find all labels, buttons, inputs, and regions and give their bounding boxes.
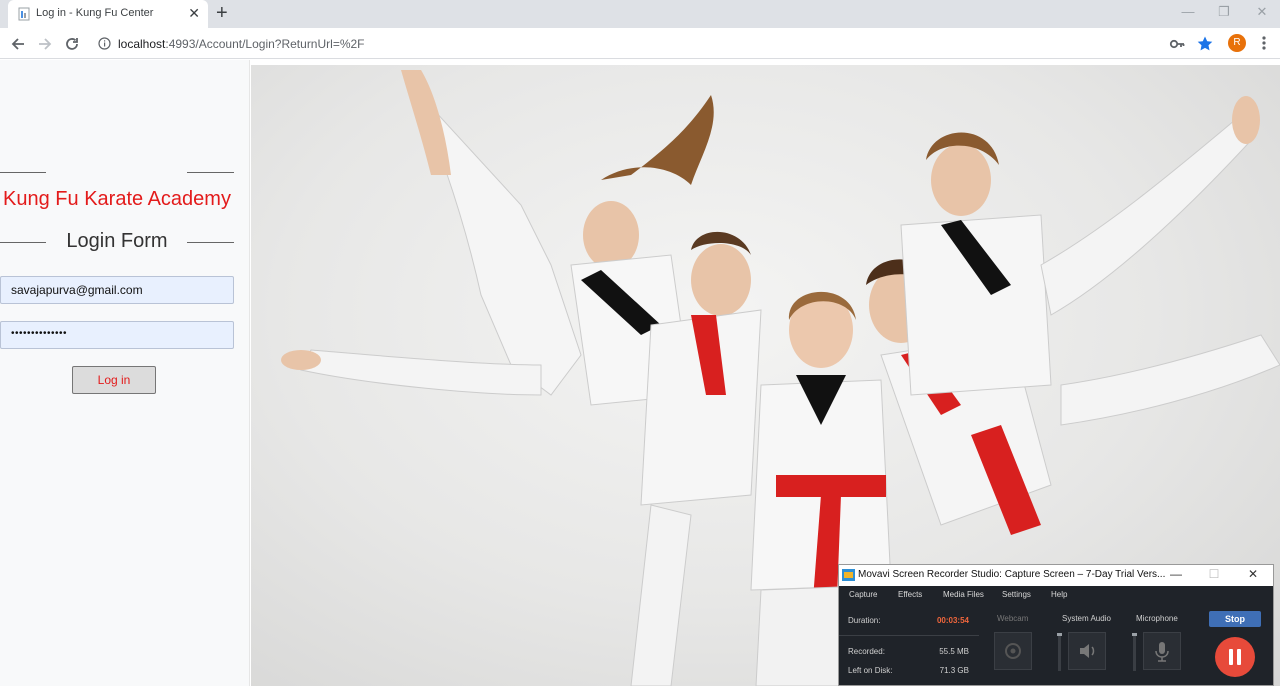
recorder-menu-settings[interactable]: Settings	[1002, 590, 1031, 599]
divider-line	[187, 172, 234, 173]
window-close-button[interactable]: ✕	[1252, 4, 1272, 20]
back-arrow-icon[interactable]	[8, 34, 28, 54]
url-path: :4993/Account/Login?ReturnUrl=%2F	[165, 37, 365, 51]
divider-line	[0, 172, 46, 173]
speaker-icon	[1080, 644, 1095, 658]
login-panel: Kung Fu Karate Academy Login Form savaja…	[0, 60, 250, 686]
recorder-menu-effects[interactable]: Effects	[898, 590, 922, 599]
recorded-label: Recorded:	[848, 647, 885, 656]
microphone-toggle[interactable]	[1143, 632, 1181, 670]
new-tab-button[interactable]: +	[216, 3, 228, 23]
tab-title: Log in - Kung Fu Center	[36, 7, 154, 19]
page-favicon-icon	[18, 7, 30, 21]
microphone-icon	[1155, 642, 1169, 662]
window-maximize-button[interactable]: ❐	[1214, 4, 1234, 20]
password-field[interactable]: ••••••••••••••	[0, 321, 234, 349]
girl-right-kicking	[900, 96, 1280, 426]
microphone-volume-slider[interactable]	[1132, 633, 1137, 671]
profile-avatar[interactable]: R	[1228, 34, 1246, 52]
recorder-titlebar: Movavi Screen Recorder Studio: Capture S…	[839, 565, 1273, 586]
browser-tab-strip: Log in - Kung Fu Center ✕ + — ❐ ✕	[0, 0, 1280, 28]
recorder-maximize-button[interactable]: ☐	[1207, 567, 1221, 581]
pause-recording-button[interactable]	[1215, 637, 1255, 677]
left-on-disk-label: Left on Disk:	[848, 666, 893, 675]
system-audio-label: System Audio	[1062, 614, 1111, 623]
browser-menu-icon[interactable]	[1258, 34, 1270, 52]
recorder-menu-capture[interactable]: Capture	[849, 590, 877, 599]
recorder-close-button[interactable]: ✕	[1246, 567, 1260, 581]
recorder-menu-help[interactable]: Help	[1051, 590, 1067, 599]
microphone-label: Microphone	[1136, 614, 1178, 623]
movavi-logo-icon	[842, 569, 855, 581]
recorder-divider	[839, 635, 979, 636]
system-audio-volume-slider[interactable]	[1057, 633, 1062, 671]
browser-toolbar: localhost:4993/Account/Login?ReturnUrl=%…	[0, 28, 1280, 59]
screen-recorder-window: Movavi Screen Recorder Studio: Capture S…	[838, 564, 1274, 686]
divider-line	[187, 242, 234, 243]
key-icon[interactable]	[1168, 35, 1186, 53]
forward-arrow-icon[interactable]	[35, 34, 55, 54]
recorded-value: 55.5 MB	[939, 647, 969, 656]
window-minimize-button[interactable]: —	[1178, 4, 1198, 19]
webcam-icon	[1005, 643, 1021, 659]
url-host: localhost	[118, 37, 166, 51]
webcam-toggle[interactable]	[994, 632, 1032, 670]
email-field[interactable]: savajapurva@gmail.com	[0, 276, 234, 304]
bookmark-star-icon[interactable]	[1196, 35, 1214, 53]
system-audio-toggle[interactable]	[1068, 632, 1106, 670]
left-on-disk-value: 71.3 GB	[939, 666, 969, 675]
duration-value: 00:03:54	[936, 616, 969, 625]
academy-title: Kung Fu Karate Academy	[3, 188, 231, 210]
girl-left-kicking	[281, 70, 714, 406]
login-form-title: Login Form	[66, 230, 168, 252]
browser-tab[interactable]: Log in - Kung Fu Center ✕	[8, 0, 208, 28]
divider-line	[0, 242, 46, 243]
recorder-menu-media-files[interactable]: Media Files	[943, 590, 984, 599]
tab-close-icon[interactable]: ✕	[188, 5, 200, 21]
login-button[interactable]: Log in	[72, 366, 156, 394]
reload-icon[interactable]	[62, 34, 82, 54]
recorder-title: Movavi Screen Recorder Studio: Capture S…	[858, 569, 1166, 580]
duration-label: Duration:	[848, 616, 881, 625]
recorder-minimize-button[interactable]: —	[1169, 567, 1183, 581]
stop-recording-button[interactable]: Stop	[1209, 611, 1261, 627]
address-bar[interactable]: localhost:4993/Account/Login?ReturnUrl=%…	[90, 31, 1160, 56]
webcam-label: Webcam	[997, 614, 1029, 623]
url-text[interactable]: localhost:4993/Account/Login?ReturnUrl=%…	[118, 37, 365, 51]
site-info-icon[interactable]	[98, 37, 111, 50]
